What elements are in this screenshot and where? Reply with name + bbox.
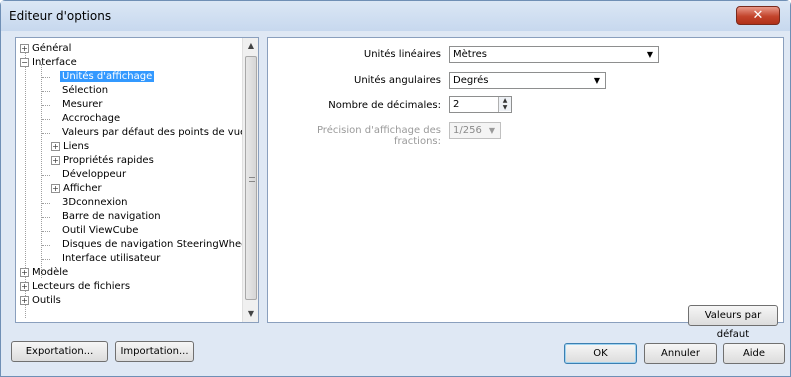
fraction-precision-dropdown: 1/256 ▼	[449, 122, 501, 139]
import-button[interactable]: Importation...	[115, 341, 194, 362]
tree-item-measure[interactable]: Mesurer	[62, 98, 102, 111]
tree-item-quick-properties[interactable]: + Propriétés rapides	[51, 154, 154, 167]
tree-item-user-interface[interactable]: Interface utilisateur	[62, 252, 160, 265]
spin-up-icon[interactable]: ▲	[499, 97, 511, 104]
tree-item-viewcube[interactable]: Outil ViewCube	[62, 224, 138, 237]
collapse-icon[interactable]: −	[20, 58, 29, 67]
decimals-label: Nombre de décimales:	[328, 100, 441, 111]
settings-panel: Unités linéaires Mètres ▼ Unités angulai…	[267, 37, 784, 340]
angular-units-dropdown[interactable]: Degrés ▼	[449, 72, 606, 89]
tree-item-snapping[interactable]: Accrochage	[62, 112, 120, 125]
scroll-up-icon[interactable]: ▲	[243, 38, 258, 54]
tree-item-file-readers[interactable]: + Lecteurs de fichiers	[20, 280, 130, 293]
tree-scrollbar[interactable]: ▲ ▼	[242, 38, 258, 322]
defaults-button[interactable]: Valeurs par défaut	[688, 305, 778, 340]
tree-item-navigation-bar[interactable]: Barre de navigation	[62, 210, 161, 223]
options-tree[interactable]: + Général − Interface Unités d'affichage S…	[15, 37, 259, 323]
expand-icon[interactable]: +	[20, 296, 29, 305]
chevron-down-icon: ▼	[646, 50, 653, 59]
export-button[interactable]: Exportation...	[11, 341, 108, 362]
options-editor-window: Editeur d'options ✕ + Général − Interface …	[0, 0, 791, 377]
scroll-down-icon[interactable]: ▼	[243, 306, 258, 322]
angular-units-label: Unités angulaires	[354, 75, 441, 86]
scroll-thumb[interactable]	[245, 56, 257, 300]
close-button[interactable]: ✕	[736, 6, 780, 25]
tree-item-3dconnexion[interactable]: 3Dconnexion	[62, 196, 127, 209]
fraction-precision-label: Précision d'affichage des fractions:	[316, 125, 441, 147]
tree-item-links[interactable]: + Liens	[51, 140, 89, 153]
ok-button[interactable]: OK	[564, 343, 637, 364]
tree-item-tools[interactable]: + Outils	[20, 294, 61, 307]
cancel-button[interactable]: Annuler	[644, 343, 717, 364]
expand-icon[interactable]: +	[51, 184, 60, 193]
tree-item-developer[interactable]: Développeur	[62, 168, 126, 181]
tree-item-display-units[interactable]: Unités d'affichage	[60, 70, 155, 83]
tree-item-model[interactable]: + Modèle	[20, 266, 68, 279]
linear-units-label: Unités linéaires	[363, 49, 441, 60]
spin-down-icon[interactable]: ▼	[499, 104, 511, 111]
chevron-down-icon: ▼	[593, 76, 600, 85]
chevron-down-icon: ▼	[488, 126, 495, 135]
expand-icon[interactable]: +	[20, 44, 29, 53]
tree-item-general[interactable]: + Général	[20, 42, 71, 55]
help-button[interactable]: Aide	[723, 343, 785, 364]
expand-icon[interactable]: +	[20, 268, 29, 277]
expand-icon[interactable]: +	[51, 142, 60, 151]
decimals-spinner[interactable]: 2 ▲ ▼	[449, 96, 512, 113]
tree-item-viewpoint-defaults[interactable]: Valeurs par défaut des points de vue	[62, 126, 246, 139]
linear-units-dropdown[interactable]: Mètres ▼	[449, 46, 659, 63]
tree-item-selection[interactable]: Sélection	[62, 84, 108, 97]
tree-item-display[interactable]: + Afficher	[51, 182, 102, 195]
window-title: Editeur d'options	[9, 9, 112, 23]
tree-item-steeringwheels[interactable]: Disques de navigation SteeringWheels	[62, 238, 255, 251]
expand-icon[interactable]: +	[20, 282, 29, 291]
expand-icon[interactable]: +	[51, 156, 60, 165]
title-bar: Editeur d'options ✕	[1, 1, 790, 31]
tree-item-interface[interactable]: − Interface	[20, 56, 77, 69]
